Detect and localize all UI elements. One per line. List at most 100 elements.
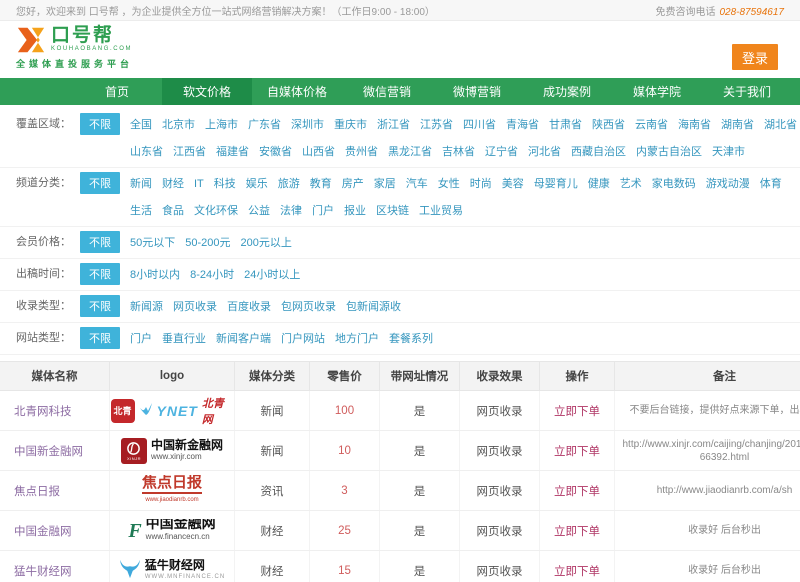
media-name-link[interactable]: 中国新金融网 (0, 431, 110, 470)
filter-option[interactable]: 西藏自治区 (571, 141, 626, 163)
nav-item-3[interactable]: 微信营销 (342, 78, 432, 105)
filter-selected-price[interactable]: 不限 (80, 231, 120, 253)
filter-option[interactable]: 网页收录 (173, 296, 217, 318)
filter-option[interactable]: 50元以下 (130, 232, 175, 254)
filter-option[interactable]: IT (194, 173, 204, 195)
filter-option[interactable]: 50-200元 (185, 232, 230, 254)
login-button[interactable]: 登录 (732, 44, 778, 70)
filter-option[interactable]: 工业贸易 (419, 200, 463, 222)
media-name-link[interactable]: 中国金融网 (0, 511, 110, 550)
filter-option[interactable]: 上海市 (205, 114, 238, 136)
filter-option[interactable]: 门户 (312, 200, 334, 222)
order-now-link[interactable]: 立即下单 (540, 511, 615, 550)
filter-option[interactable]: 江苏省 (420, 114, 453, 136)
filter-option[interactable]: 吉林省 (442, 141, 475, 163)
order-now-link[interactable]: 立即下单 (540, 471, 615, 510)
media-name-link[interactable]: 北青网科技 (0, 391, 110, 430)
media-name-link[interactable]: 焦点日报 (0, 471, 110, 510)
filter-option[interactable]: 报业 (344, 200, 366, 222)
filter-option[interactable]: 8小时以内 (130, 264, 180, 286)
filter-option[interactable]: 科技 (214, 173, 236, 195)
filter-option[interactable]: 黑龙江省 (388, 141, 432, 163)
order-now-link[interactable]: 立即下单 (540, 391, 615, 430)
filter-option[interactable]: 艺术 (620, 173, 642, 195)
filter-option[interactable]: 新闻客户端 (216, 328, 271, 350)
filter-option[interactable]: 贵州省 (345, 141, 378, 163)
filter-selected-channel[interactable]: 不限 (80, 172, 120, 194)
filter-option[interactable]: 时尚 (470, 173, 492, 195)
filter-option[interactable]: 区块链 (376, 200, 409, 222)
filter-option[interactable]: 套餐系列 (389, 328, 433, 350)
filter-option[interactable]: 重庆市 (334, 114, 367, 136)
filter-option[interactable]: 房产 (342, 173, 364, 195)
filter-option[interactable]: 甘肃省 (549, 114, 582, 136)
filter-option[interactable]: 江西省 (173, 141, 206, 163)
filter-selected-time[interactable]: 不限 (80, 263, 120, 285)
filter-option[interactable]: 母婴育儿 (534, 173, 578, 195)
filter-option[interactable]: 24小时以上 (244, 264, 300, 286)
filter-option[interactable]: 北京市 (162, 114, 195, 136)
filter-option[interactable]: 门户网站 (281, 328, 325, 350)
filter-option[interactable]: 山西省 (302, 141, 335, 163)
filter-option[interactable]: 百度收录 (227, 296, 271, 318)
filter-option[interactable]: 辽宁省 (485, 141, 518, 163)
filter-option[interactable]: 法律 (280, 200, 302, 222)
filter-option[interactable]: 陕西省 (592, 114, 625, 136)
filter-option[interactable]: 美容 (502, 173, 524, 195)
filter-option[interactable]: 200元以上 (241, 232, 292, 254)
filter-option[interactable]: 家居 (374, 173, 396, 195)
filter-option[interactable]: 公益 (248, 200, 270, 222)
filter-option[interactable]: 食品 (162, 200, 184, 222)
filter-option[interactable]: 地方门户 (335, 328, 379, 350)
media-name-link[interactable]: 猛牛财经网 (0, 551, 110, 582)
nav-item-5[interactable]: 成功案例 (522, 78, 612, 105)
nav-item-1[interactable]: 软文价格 (162, 78, 252, 105)
filter-option[interactable]: 天津市 (712, 141, 745, 163)
nav-item-7[interactable]: 关于我们 (702, 78, 792, 105)
filter-option[interactable]: 女性 (438, 173, 460, 195)
filter-option[interactable]: 包网页收录 (281, 296, 336, 318)
filter-option[interactable]: 安徽省 (259, 141, 292, 163)
filter-option[interactable]: 云南省 (635, 114, 668, 136)
filter-option[interactable]: 包新闻源收 (346, 296, 401, 318)
filter-option[interactable]: 文化环保 (194, 200, 238, 222)
filter-option[interactable]: 山东省 (130, 141, 163, 163)
filter-option[interactable]: 财经 (162, 173, 184, 195)
filter-option[interactable]: 福建省 (216, 141, 249, 163)
filter-selected-coverage[interactable]: 不限 (80, 113, 120, 135)
filter-option[interactable]: 内蒙古自治区 (636, 141, 702, 163)
filter-option[interactable]: 健康 (588, 173, 610, 195)
nav-item-4[interactable]: 微博营销 (432, 78, 522, 105)
filter-option[interactable]: 汽车 (406, 173, 428, 195)
filter-option[interactable]: 游戏动漫 (706, 173, 750, 195)
filter-option[interactable]: 门户 (130, 328, 152, 350)
filter-option[interactable]: 娱乐 (246, 173, 268, 195)
filter-option[interactable]: 河北省 (528, 141, 561, 163)
filter-option[interactable]: 海南省 (678, 114, 711, 136)
filter-selected-site-type[interactable]: 不限 (80, 327, 120, 349)
filter-option[interactable]: 旅游 (278, 173, 300, 195)
filter-option[interactable]: 四川省 (463, 114, 496, 136)
filter-option[interactable]: 浙江省 (377, 114, 410, 136)
filter-option[interactable]: 家电数码 (652, 173, 696, 195)
filter-option[interactable]: 新闻源 (130, 296, 163, 318)
filter-option[interactable]: 深圳市 (291, 114, 324, 136)
nav-item-0[interactable]: 首页 (72, 78, 162, 105)
filter-option[interactable]: 生活 (130, 200, 152, 222)
filter-option[interactable]: 湖南省 (721, 114, 754, 136)
order-now-link[interactable]: 立即下单 (540, 551, 615, 582)
filter-option[interactable]: 8-24小时 (190, 264, 234, 286)
nav-item-2[interactable]: 自媒体价格 (252, 78, 342, 105)
filter-option[interactable]: 广东省 (248, 114, 281, 136)
filter-option[interactable]: 湖北省 (764, 114, 797, 136)
filter-option[interactable]: 全国 (130, 114, 152, 136)
logo-cell: F中国金融网www.financecn.cn (110, 511, 235, 550)
filter-option[interactable]: 青海省 (506, 114, 539, 136)
filter-option[interactable]: 体育 (760, 173, 782, 195)
filter-option[interactable]: 新闻 (130, 173, 152, 195)
order-now-link[interactable]: 立即下单 (540, 431, 615, 470)
filter-option[interactable]: 教育 (310, 173, 332, 195)
filter-option[interactable]: 垂直行业 (162, 328, 206, 350)
filter-selected-index-type[interactable]: 不限 (80, 295, 120, 317)
nav-item-6[interactable]: 媒体学院 (612, 78, 702, 105)
